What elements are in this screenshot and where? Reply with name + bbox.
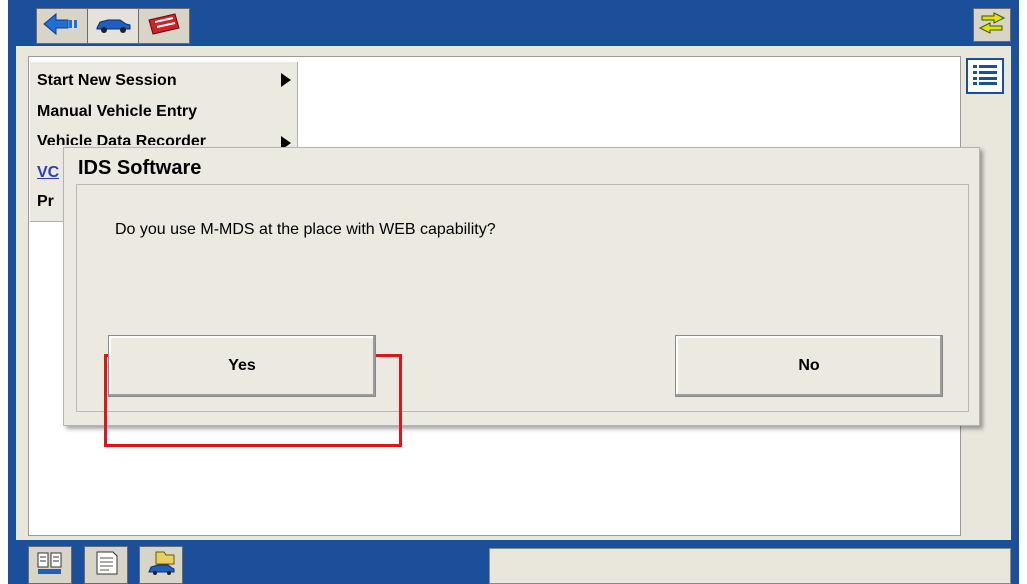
dialog-message: Do you use M-MDS at the place with WEB c… xyxy=(115,221,496,238)
swap-arrows-icon xyxy=(978,11,1006,40)
menu-item-start-new-session[interactable]: Start New Session xyxy=(37,72,177,90)
tab-data-grid[interactable] xyxy=(28,546,72,584)
tab-vehicle-folder[interactable] xyxy=(139,546,183,584)
status-field xyxy=(489,548,1011,584)
ids-software-dialog: IDS Software Do you use M-MDS at the pla… xyxy=(63,147,980,447)
notes-icon xyxy=(91,550,121,581)
tab-notes[interactable] xyxy=(84,546,128,584)
submenu-arrow-icon xyxy=(281,73,291,87)
dialog-body: Do you use M-MDS at the place with WEB c… xyxy=(76,184,969,447)
tab-toolbox[interactable] xyxy=(138,8,190,44)
menu-item-vc[interactable]: VC xyxy=(37,164,59,182)
menu-item-manual-vehicle-entry[interactable]: Manual Vehicle Entry xyxy=(37,103,197,121)
yes-button-label: Yes xyxy=(228,357,256,374)
no-button[interactable]: No xyxy=(675,335,943,397)
data-grid-icon xyxy=(35,550,65,581)
toolbox-icon xyxy=(145,10,183,43)
menu-item-vehicle-data-recorder[interactable]: Vehicle Data Recorder xyxy=(37,133,206,145)
list-view-icon xyxy=(971,62,999,91)
menu-item-pr[interactable]: Pr xyxy=(37,193,54,211)
vehicle-folder-icon xyxy=(146,550,176,581)
list-view-button[interactable] xyxy=(966,58,1004,94)
vehicle-icon xyxy=(93,13,133,40)
dialog-title: IDS Software xyxy=(78,157,202,179)
no-button-label: No xyxy=(798,357,820,374)
tab-vehicle[interactable] xyxy=(87,8,139,44)
back-arrow-icon xyxy=(42,12,82,41)
yes-button[interactable]: Yes xyxy=(108,335,376,397)
app-window: Start New Session Manual Vehicle Entry V… xyxy=(8,0,1019,584)
tab-back[interactable] xyxy=(36,8,88,44)
swap-view-button[interactable] xyxy=(973,8,1011,42)
